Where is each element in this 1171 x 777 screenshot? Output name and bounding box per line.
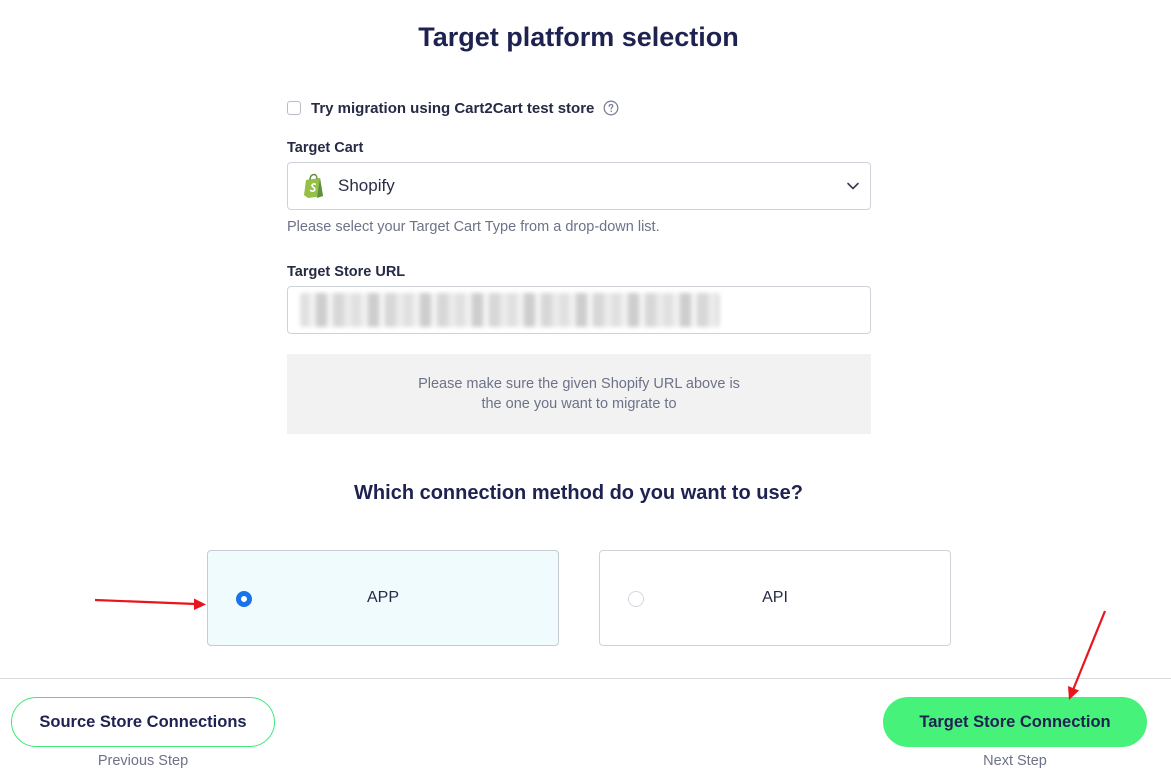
arrow-to-app-option	[94, 598, 206, 610]
arrow-to-next-button	[1068, 610, 1107, 700]
next-step-caption: Next Step	[983, 753, 1047, 769]
footer-divider	[0, 678, 1171, 679]
question-circle-icon[interactable]	[603, 100, 619, 116]
connection-question: Which connection method do you want to u…	[354, 482, 803, 504]
shopify-bag-icon	[304, 173, 323, 198]
url-notice-box: Please make sure the given Shopify URL a…	[287, 354, 871, 434]
test-store-label[interactable]: Try migration using Cart2Cart test store	[311, 100, 594, 117]
target-cart-label: Target Cart	[287, 140, 364, 156]
previous-step-button[interactable]: Source Store Connections	[11, 697, 275, 747]
redacted-url-value	[300, 293, 720, 327]
connection-option-api[interactable]: API	[599, 550, 951, 646]
chevron-down-icon[interactable]	[846, 179, 860, 193]
connection-option-app[interactable]: APP	[207, 550, 559, 646]
target-cart-select[interactable]: Shopify	[287, 162, 871, 210]
target-url-label: Target Store URL	[287, 264, 406, 280]
api-option-label: API	[762, 589, 788, 606]
test-store-row: Try migration using Cart2Cart test store	[287, 98, 619, 118]
target-cart-hint: Please select your Target Cart Type from…	[287, 219, 660, 235]
app-option-label: APP	[366, 589, 399, 606]
target-cart-value: Shopify	[338, 176, 395, 195]
test-store-checkbox[interactable]	[287, 101, 301, 115]
next-step-button[interactable]: Target Store Connection	[883, 697, 1147, 747]
notice-line-2: the one you want to migrate to	[481, 396, 677, 412]
previous-step-caption: Previous Step	[97, 753, 189, 769]
notice-line-1: Please make sure the given Shopify URL a…	[418, 376, 740, 392]
page-title: Target platform selection	[418, 22, 739, 52]
